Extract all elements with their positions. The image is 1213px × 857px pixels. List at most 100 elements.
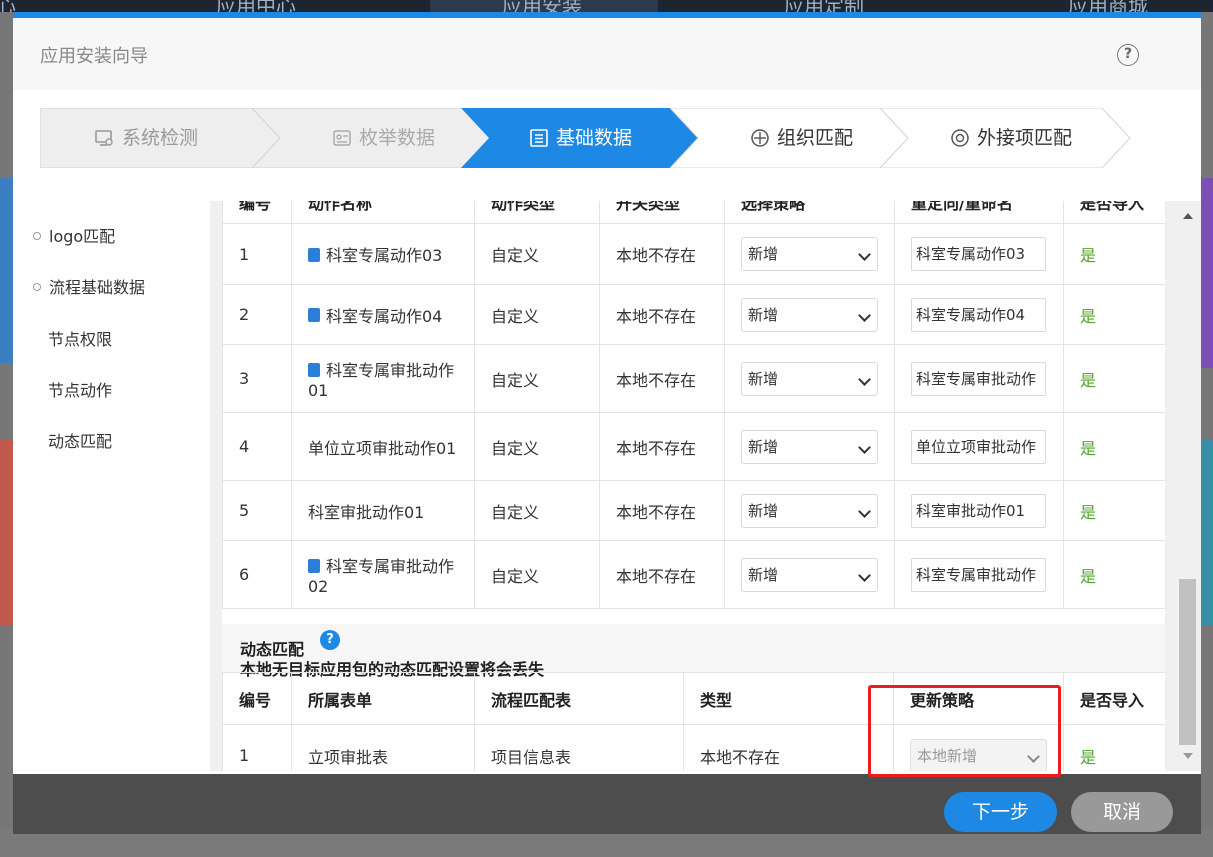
question-icon[interactable]: ? — [320, 630, 340, 650]
column-header: 流程匹配表 — [474, 672, 684, 725]
row-number: 1 — [222, 724, 292, 771]
action-name: 单位立项审批动作01 — [308, 438, 457, 458]
strategy-cell: 新增 — [724, 412, 895, 481]
strategy-cell: 新增 — [724, 480, 895, 541]
bullet-icon — [33, 231, 41, 240]
nav-item-label: 节点权限 — [48, 330, 113, 349]
bullet-icon — [33, 282, 41, 291]
chevron-down-icon — [858, 568, 871, 582]
action-type: 自定义 — [474, 284, 600, 345]
vertical-scrollbar[interactable] — [1177, 201, 1198, 771]
switch-type: 本地不存在 — [599, 480, 725, 541]
column-header: 动作类型 — [474, 201, 600, 224]
column-header: 是否导入 — [1063, 672, 1165, 725]
strategy-select[interactable]: 新增 — [741, 429, 878, 464]
chevron-down-icon — [858, 504, 871, 518]
row-number: 2 — [222, 284, 292, 345]
chevron-down-icon — [858, 248, 871, 261]
import-flag: 是 — [1063, 344, 1165, 413]
action-name: 科室专属审批动作02 — [308, 557, 455, 596]
step-label: 系统检测 — [122, 127, 199, 149]
strategy-select[interactable]: 新增 — [741, 493, 878, 528]
row-number: 5 — [222, 480, 292, 541]
strategy-value: 新增 — [748, 437, 779, 456]
import-flag: 是 — [1063, 480, 1165, 541]
column-header: 所属表单 — [291, 672, 475, 725]
switch-type: 本地不存在 — [599, 223, 725, 285]
bg-nav-item: 应用商城 — [1068, 0, 1148, 12]
wizard-steps: 系统检测 枚举数据 基础数据 组织匹配 外接项匹配 — [40, 108, 1160, 168]
action-name: 科室专属动作04 — [326, 306, 443, 326]
nav-item-label: 流程基础数据 — [49, 278, 146, 297]
rename-input[interactable]: 科室审批动作01 — [911, 493, 1046, 528]
strategy-select[interactable]: 新增 — [741, 557, 878, 592]
rename-cell: 科室专属审批动作 — [894, 540, 1064, 609]
bg-nav-item: 应用安装 — [430, 0, 658, 12]
action-name: 科室专属动作03 — [326, 246, 443, 265]
scroll-down-icon[interactable] — [1183, 753, 1193, 759]
scrollbar-thumb[interactable] — [1179, 579, 1196, 745]
action-name: 科室专属审批动作01 — [308, 361, 455, 400]
strategy-cell: 新增 — [724, 540, 895, 609]
rename-cell: 科室专属审批动作 — [894, 344, 1064, 413]
action-name-cell: 科室专属审批动作01 — [291, 344, 475, 413]
rename-input[interactable]: 科室专属审批动作 — [911, 557, 1046, 592]
action-name-cell: 单位立项审批动作01 — [291, 412, 475, 481]
step-label: 外接项匹配 — [977, 127, 1073, 149]
cancel-button[interactable]: 取消 — [1071, 792, 1173, 832]
column-header: 编号 — [222, 201, 292, 224]
dialog-header: 应用安装向导 ? — [13, 18, 1201, 90]
nav-item-label: 动态匹配 — [48, 432, 113, 451]
nav-item-label: 节点动作 — [48, 381, 113, 400]
nav-item-node-permission[interactable]: 节点权限 — [48, 326, 112, 350]
dialog-title: 应用安装向导 — [40, 46, 148, 67]
nav-item-node-action[interactable]: 节点动作 — [48, 377, 112, 401]
column-header: 开关类型 — [599, 201, 725, 224]
document-icon — [308, 558, 320, 573]
strategy-select[interactable]: 新增 — [741, 361, 878, 396]
chevron-down-icon — [858, 308, 871, 322]
highlight-box — [868, 685, 1061, 777]
dynamic-match-section-header: 动态匹配 ? 本地无目标应用包的动态匹配设置将会丢失 — [222, 624, 1165, 679]
step-label: 枚举数据 — [359, 127, 436, 149]
action-name: 科室审批动作01 — [308, 502, 425, 522]
column-header: 是否导入 — [1063, 201, 1165, 224]
background-tile — [1201, 178, 1213, 368]
document-icon — [308, 308, 320, 322]
row-number: 6 — [222, 540, 292, 609]
left-nav: logo匹配 流程基础数据 节点权限 节点动作 动态匹配 — [13, 201, 210, 771]
nav-item-logo-match[interactable]: logo匹配 — [33, 223, 115, 247]
row-number: 4 — [222, 412, 292, 481]
switch-type: 本地不存在 — [599, 344, 725, 413]
step-org-match[interactable]: 组织匹配 — [670, 108, 910, 168]
strategy-value: 新增 — [748, 565, 779, 584]
action-name-cell: 科室专属审批动作02 — [291, 540, 475, 609]
strategy-select[interactable]: 新增 — [741, 297, 878, 332]
row-number: 3 — [222, 344, 292, 413]
nav-item-flow-base-data[interactable]: 流程基础数据 — [33, 274, 145, 298]
next-step-button[interactable]: 下一步 — [944, 792, 1057, 832]
step-external-match[interactable]: 外接项匹配 — [880, 108, 1160, 168]
rename-input[interactable]: 科室专属动作04 — [911, 297, 1046, 332]
dialog-footer: 下一步 取消 — [13, 774, 1201, 834]
table-row: 6 科室专属审批动作02 自定义 本地不存在 新增 科室专属审批动作 是 — [222, 540, 1165, 609]
row-number: 1 — [222, 223, 292, 285]
step-base-data[interactable]: 基础数据 — [461, 108, 701, 168]
rename-input[interactable]: 科室专属审批动作 — [911, 361, 1046, 396]
chevron-down-icon — [858, 440, 871, 454]
rename-cell: 科室审批动作01 — [894, 480, 1064, 541]
background-right — [1201, 12, 1213, 857]
strategy-select[interactable]: 新增 — [741, 237, 878, 271]
nav-item-dynamic-match[interactable]: 动态匹配 — [48, 428, 112, 452]
step-system-check[interactable]: 系统检测 — [40, 108, 280, 168]
rename-input[interactable]: 科室专属动作03 — [911, 237, 1046, 271]
action-type: 自定义 — [474, 223, 600, 285]
scroll-up-icon[interactable] — [1183, 213, 1193, 219]
bg-nav-item: 应用定制 — [784, 0, 864, 12]
help-icon[interactable]: ? — [1117, 44, 1139, 66]
action-name-cell: 科室专属动作04 — [291, 284, 475, 345]
rename-input[interactable]: 单位立项审批动作 — [911, 429, 1046, 464]
import-flag: 是 — [1063, 724, 1165, 771]
column-header: 选择策略 — [724, 201, 895, 224]
step-enum-data[interactable]: 枚举数据 — [252, 108, 492, 168]
